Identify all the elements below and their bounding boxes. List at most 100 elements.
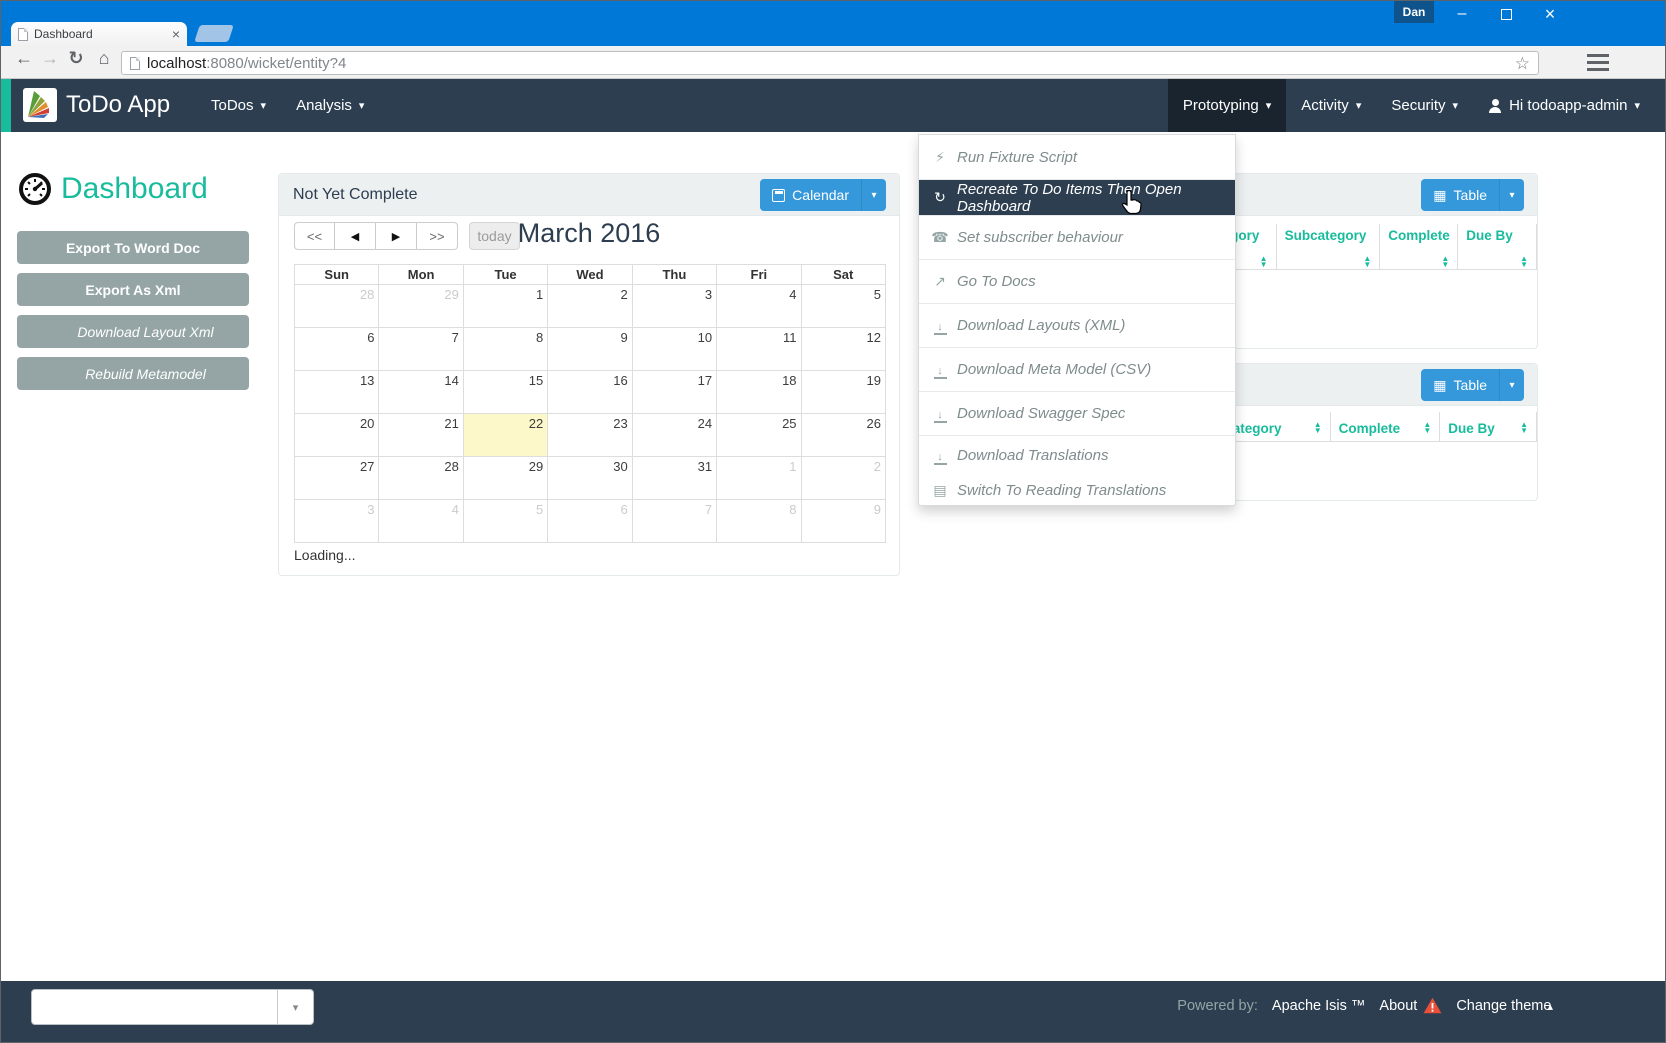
calendar-day[interactable]: 5 <box>462 499 549 543</box>
export-as-xml-button[interactable]: Export As Xml <box>17 273 249 306</box>
reload-icon[interactable]: ↻ <box>63 48 89 69</box>
calendar-day[interactable]: 10 <box>631 327 718 371</box>
tab-close-icon[interactable]: × <box>172 27 180 41</box>
calendar-day[interactable]: 3 <box>293 499 380 543</box>
nav-item-prototyping[interactable]: Prototyping ▾ <box>1167 79 1287 132</box>
menu-item-download-translations[interactable]: ↓ Download Translations <box>919 435 1235 475</box>
menu-item-set-subscriber-behaviour[interactable]: ☎ Set subscriber behaviour <box>919 215 1235 259</box>
calendar-day[interactable]: 12 <box>800 327 887 371</box>
nav-item-security[interactable]: Security ▾ <box>1376 79 1473 132</box>
calendar-day[interactable]: 20 <box>293 413 380 457</box>
nav-item-analysis[interactable]: Analysis ▾ <box>281 79 379 132</box>
caret-down-icon: ▾ <box>1265 100 1272 112</box>
table-view-caret-button[interactable]: ▾ <box>1499 179 1524 211</box>
calendar-day[interactable]: 1 <box>462 284 549 328</box>
rebuild-metamodel-button[interactable]: Rebuild Metamodel <box>17 357 249 390</box>
menu-item-download-swagger-spec[interactable]: ↓ Download Swagger Spec <box>919 391 1235 435</box>
sort-icon[interactable]: ▲ ▼ <box>1520 255 1528 269</box>
calendar-day[interactable]: 4 <box>378 499 464 543</box>
calendar-day[interactable]: 30 <box>547 456 633 500</box>
calendar-day[interactable]: 3 <box>631 284 718 328</box>
calendar-day[interactable]: 1 <box>716 456 802 500</box>
back-icon[interactable]: ← <box>11 48 37 69</box>
brand[interactable]: ToDo App <box>23 88 170 122</box>
calendar-day[interactable]: 8 <box>462 327 549 371</box>
browser-tab[interactable]: Dashboard × <box>11 22 187 46</box>
footer-select[interactable]: ▾ <box>31 989 314 1025</box>
sort-icon[interactable]: ▲ ▼ <box>1260 255 1268 269</box>
calendar-view-caret-button[interactable]: ▾ <box>861 179 886 211</box>
menu-item-run-fixture-script[interactable]: ⚡ Run Fixture Script <box>919 135 1235 179</box>
menu-item-recreate-to-do-items-then-open-dashboard[interactable]: ↻ Recreate To Do Items Then Open Dashboar… <box>919 179 1235 215</box>
calendar-day[interactable]: 7 <box>378 327 464 371</box>
table-view-button[interactable]: ▦ Table <box>1421 179 1499 211</box>
calendar-day-today[interactable]: 22 <box>462 413 549 457</box>
column-header-subcategory[interactable]: Subcategory ▲ ▼ <box>1277 224 1381 270</box>
calendar-day[interactable]: 14 <box>378 370 464 414</box>
download-layout-xml-button[interactable]: ↓ Download Layout Xml <box>17 315 249 348</box>
calendar-day[interactable]: 15 <box>462 370 549 414</box>
menu-item-download-meta-model-csv[interactable]: ↓ Download Meta Model (CSV) <box>919 347 1235 391</box>
calendar-day[interactable]: 29 <box>378 284 464 328</box>
calendar-day[interactable]: 16 <box>547 370 633 414</box>
calendar-day[interactable]: 26 <box>800 413 887 457</box>
calendar-day[interactable]: 13 <box>293 370 380 414</box>
nav-item-hi-todoapp-admin[interactable]: Hi todoapp-admin ▾ <box>1473 79 1655 132</box>
calendar-day[interactable]: 28 <box>378 456 464 500</box>
calendar-day[interactable]: 6 <box>293 327 380 371</box>
export-to-word-doc-button[interactable]: Export To Word Doc <box>17 231 249 264</box>
calendar-day[interactable]: 19 <box>800 370 887 414</box>
table-view-caret-button[interactable]: ▾ <box>1499 369 1524 401</box>
url-bar[interactable]: localhost:8080/wicket/entity?4 ☆ <box>121 51 1539 75</box>
calendar-day[interactable]: 6 <box>547 499 633 543</box>
nav-item-todos[interactable]: ToDos ▾ <box>196 79 281 132</box>
window-minimize-button[interactable]: – <box>1445 1 1479 27</box>
warning-icon <box>1423 997 1442 1014</box>
change-theme-link[interactable]: Change theme ▴ <box>1456 998 1553 1014</box>
apache-isis-link[interactable]: Apache Isis ™ <box>1272 998 1366 1014</box>
calendar-day[interactable]: 21 <box>378 413 464 457</box>
window-close-button[interactable]: × <box>1533 1 1567 27</box>
sort-icon[interactable]: ▲ ▼ <box>1441 255 1449 269</box>
calendar-day[interactable]: 25 <box>716 413 802 457</box>
nav-item-activity[interactable]: Activity ▾ <box>1286 79 1376 132</box>
new-tab-button[interactable] <box>194 25 234 42</box>
table-view-button[interactable]: ▦ Table <box>1421 369 1499 401</box>
column-header-complete[interactable]: Complete ▲ ▼ <box>1380 224 1459 270</box>
column-header-due-by[interactable]: Due By ▲ ▼ <box>1458 224 1537 270</box>
calendar-day[interactable]: 7 <box>631 499 718 543</box>
calendar-day[interactable]: 2 <box>800 456 887 500</box>
calendar-day[interactable]: 31 <box>631 456 718 500</box>
calendar-day[interactable]: 28 <box>293 284 380 328</box>
calendar-day[interactable]: 9 <box>547 327 633 371</box>
calendar-day[interactable]: 29 <box>462 456 549 500</box>
home-icon[interactable]: ⌂ <box>91 48 117 69</box>
sort-icon[interactable]: ▲ ▼ <box>1363 255 1371 269</box>
calendar-day[interactable]: 24 <box>631 413 718 457</box>
calendar-day[interactable]: 11 <box>716 327 802 371</box>
profile-badge[interactable]: Dan <box>1394 1 1434 23</box>
calendar-day[interactable]: 27 <box>293 456 380 500</box>
calendar-view-button[interactable]: Calendar <box>760 179 861 211</box>
calendar-day[interactable]: 18 <box>716 370 802 414</box>
bookmark-star-icon[interactable]: ☆ <box>1515 55 1530 72</box>
column-header-complete[interactable]: Complete ▲ ▼ <box>1331 412 1441 442</box>
about-link[interactable]: About <box>1379 998 1417 1014</box>
menu-item-download-layouts-xml[interactable]: ↓ Download Layouts (XML) <box>919 303 1235 347</box>
calendar-day[interactable]: 23 <box>547 413 633 457</box>
forward-icon[interactable]: → <box>37 48 63 69</box>
sort-icon[interactable]: ▲ ▼ <box>1314 421 1322 435</box>
browser-menu-icon[interactable] <box>1587 54 1609 71</box>
calendar-day[interactable]: 8 <box>716 499 802 543</box>
menu-item-switch-to-reading-translations[interactable]: ▤ Switch To Reading Translations <box>919 475 1235 505</box>
sort-icon[interactable]: ▲ ▼ <box>1423 421 1431 435</box>
calendar-day[interactable]: 5 <box>800 284 887 328</box>
column-header-due-by[interactable]: Due By ▲ ▼ <box>1440 412 1537 442</box>
calendar-day[interactable]: 4 <box>716 284 802 328</box>
window-maximize-button[interactable] <box>1489 1 1523 27</box>
menu-item-go-to-docs[interactable]: ↗ Go To Docs <box>919 259 1235 303</box>
calendar-day[interactable]: 2 <box>547 284 633 328</box>
calendar-day[interactable]: 17 <box>631 370 718 414</box>
calendar-day[interactable]: 9 <box>800 499 887 543</box>
sort-icon[interactable]: ▲ ▼ <box>1520 421 1528 435</box>
